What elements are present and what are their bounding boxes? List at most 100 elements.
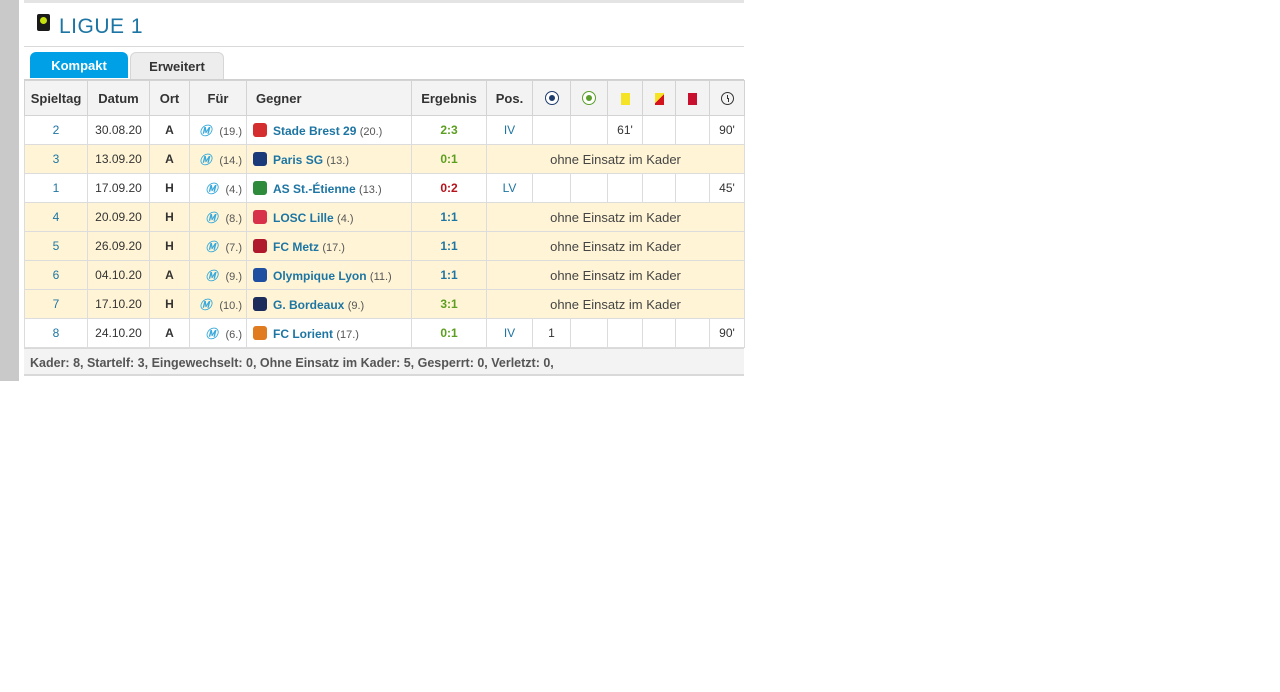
marseille-logo-icon[interactable]: Ⓜ: [205, 180, 217, 197]
spieltag-link[interactable]: 8: [53, 326, 60, 340]
spieltag-cell[interactable]: 3: [24, 144, 88, 174]
datum-cell: 24.10.20: [87, 318, 150, 348]
result-link[interactable]: 1:1: [440, 268, 457, 282]
col-minuten[interactable]: [709, 80, 745, 116]
opponent-link[interactable]: Stade Brest 29: [273, 124, 356, 138]
col-datum[interactable]: Datum: [87, 80, 150, 116]
performance-panel: LIGUE 1 Kompakt Erweitert Spieltag Datum…: [24, 0, 745, 381]
gegner-cell: AS St.-Étienne (13.): [246, 173, 412, 203]
opponent-rank: (11.): [369, 270, 392, 283]
opponent-link[interactable]: FC Metz: [273, 240, 319, 254]
opponent-rank: (17.): [336, 328, 359, 341]
result-link[interactable]: 0:1: [440, 326, 457, 340]
spieltag-link[interactable]: 2: [53, 123, 60, 137]
table-row: 5 26.09.20 H Ⓜ (7.) FC Metz (17.) 1:1 ohne Eins…: [24, 231, 745, 261]
col-spieltag[interactable]: Spieltag: [24, 80, 88, 116]
spieltag-link[interactable]: 4: [53, 210, 60, 224]
opponent-logo-icon[interactable]: [253, 325, 267, 340]
marseille-logo-icon[interactable]: Ⓜ: [205, 238, 217, 255]
opponent-logo-icon[interactable]: [253, 122, 267, 137]
opponent-logo-icon[interactable]: [253, 180, 267, 195]
result-link[interactable]: 2:3: [440, 123, 457, 137]
col-vorlagen[interactable]: [570, 80, 608, 116]
table-body: 2 30.08.20 A Ⓜ (19.) Stade Brest 29 (20.) 2:3 I…: [24, 115, 745, 348]
spieltag-cell[interactable]: 4: [24, 202, 88, 232]
squad-summary: Kader: 8, Startelf: 3, Eingewechselt: 0,…: [24, 348, 744, 376]
result-link[interactable]: 0:2: [440, 181, 457, 195]
spieltag-link[interactable]: 5: [53, 239, 60, 253]
opponent-link[interactable]: FC Lorient: [273, 327, 333, 341]
opponent-rank: (17.): [322, 241, 345, 254]
marseille-logo-icon[interactable]: Ⓜ: [199, 296, 211, 313]
opponent-link[interactable]: G. Bordeaux: [273, 298, 344, 312]
vorlagen-cell: [570, 173, 608, 203]
ort-cell: A: [149, 318, 190, 348]
fuer-rank: (9.): [225, 270, 243, 283]
tab-kompakt[interactable]: Kompakt: [30, 52, 128, 78]
spieltag-cell[interactable]: 1: [24, 173, 88, 203]
result-link[interactable]: 0:1: [440, 152, 457, 166]
opponent-link[interactable]: AS St.-Étienne: [273, 182, 356, 196]
spieltag-cell[interactable]: 6: [24, 260, 88, 290]
spieltag-cell[interactable]: 7: [24, 289, 88, 319]
position-link[interactable]: IV: [504, 326, 515, 340]
fuer-cell: Ⓜ (10.): [189, 289, 247, 319]
spieltag-cell[interactable]: 8: [24, 318, 88, 348]
opponent-logo-icon[interactable]: [253, 267, 267, 282]
marseille-logo-icon[interactable]: Ⓜ: [205, 209, 217, 226]
tore-cell: 1: [532, 318, 571, 348]
position-link[interactable]: LV: [503, 181, 517, 195]
col-fuer[interactable]: Für: [189, 80, 247, 116]
opponent-rank: (13.): [326, 154, 349, 167]
col-gelb[interactable]: [607, 80, 643, 116]
datum-cell: 20.09.20: [87, 202, 150, 232]
spieltag-link[interactable]: 1: [53, 181, 60, 195]
opponent-logo-icon[interactable]: [253, 296, 267, 311]
status-cell: ohne Einsatz im Kader: [486, 289, 745, 319]
ergebnis-cell: 0:1: [411, 318, 487, 348]
ort-cell: A: [149, 260, 190, 290]
opponent-link[interactable]: Paris SG: [273, 153, 323, 167]
view-tabs: Kompakt Erweitert: [24, 46, 744, 80]
ergebnis-cell: 0:1: [411, 144, 487, 174]
result-link[interactable]: 3:1: [440, 297, 457, 311]
opponent-logo-icon[interactable]: [253, 151, 267, 166]
tab-erweitert[interactable]: Erweitert: [130, 52, 224, 79]
marseille-logo-icon[interactable]: Ⓜ: [199, 122, 211, 139]
marseille-logo-icon[interactable]: Ⓜ: [199, 151, 211, 168]
col-tore[interactable]: [532, 80, 571, 116]
datum-cell: 04.10.20: [87, 260, 150, 290]
col-gelbrot[interactable]: [642, 80, 676, 116]
col-gegner[interactable]: Gegner: [246, 80, 412, 116]
col-pos[interactable]: Pos.: [486, 80, 533, 116]
opponent-logo-icon[interactable]: [253, 209, 267, 224]
status-cell: ohne Einsatz im Kader: [486, 144, 745, 174]
col-rot[interactable]: [675, 80, 710, 116]
spieltag-link[interactable]: 6: [53, 268, 60, 282]
clock-icon: [720, 91, 734, 105]
result-link[interactable]: 1:1: [440, 239, 457, 253]
gelb-cell: [607, 173, 643, 203]
yellow-card-icon: [620, 92, 630, 105]
position-link[interactable]: IV: [504, 123, 515, 137]
opponent-link[interactable]: Olympique Lyon: [273, 269, 367, 283]
result-link[interactable]: 1:1: [440, 210, 457, 224]
league-header: LIGUE 1: [24, 3, 744, 47]
spieltag-cell[interactable]: 5: [24, 231, 88, 261]
table-header-row: Spieltag Datum Ort Für Gegner Ergebnis P…: [24, 80, 745, 116]
ort-cell: A: [149, 115, 190, 145]
opponent-link[interactable]: LOSC Lille: [273, 211, 334, 225]
spieltag-link[interactable]: 3: [53, 152, 60, 166]
fuer-cell: Ⓜ (7.): [189, 231, 247, 261]
assist-ball-icon: [582, 90, 596, 105]
ergebnis-cell: 1:1: [411, 260, 487, 290]
opponent-logo-icon[interactable]: [253, 238, 267, 253]
marseille-logo-icon[interactable]: Ⓜ: [205, 267, 217, 284]
ort-cell: H: [149, 289, 190, 319]
marseille-logo-icon[interactable]: Ⓜ: [205, 325, 217, 342]
gelb-cell: 61': [607, 115, 643, 145]
col-ergebnis[interactable]: Ergebnis: [411, 80, 487, 116]
spieltag-link[interactable]: 7: [53, 297, 60, 311]
spieltag-cell[interactable]: 2: [24, 115, 88, 145]
col-ort[interactable]: Ort: [149, 80, 190, 116]
